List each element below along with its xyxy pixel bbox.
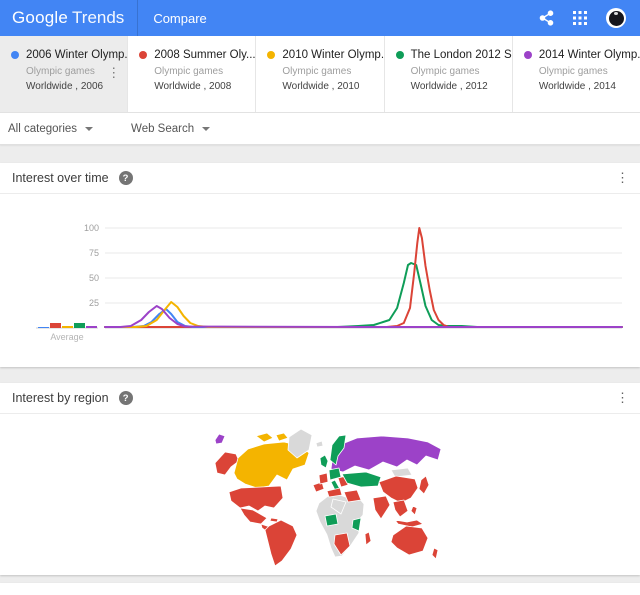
logo-trends-text: Trends (72, 8, 124, 28)
average-bar (38, 327, 49, 328)
average-bar (50, 323, 61, 328)
region-usa[interactable] (229, 486, 283, 511)
term-title: 2014 Winter Olymp... (539, 49, 640, 61)
nav-compare[interactable]: Compare (153, 11, 206, 26)
account-avatar[interactable] (606, 8, 626, 28)
term-title: 2008 Summer Oly... (154, 49, 255, 61)
card-menu-kebab-icon[interactable]: ⋮ (616, 171, 629, 185)
help-icon[interactable]: ? (119, 171, 133, 185)
term-subtitle: Olympic games (539, 66, 634, 77)
y-axis-tick-label: 100 (84, 223, 99, 233)
logo-google-text: Google (12, 8, 68, 28)
term-scope: Worldwide , 2006 (26, 81, 121, 92)
term-subtitle: Olympic games (282, 66, 377, 77)
term-subtitle: Olympic games (411, 66, 506, 77)
series-color-dot (11, 51, 19, 59)
region-india[interactable] (373, 496, 390, 519)
google-trends-logo[interactable]: Google Trends (12, 8, 124, 28)
apps-grid-icon[interactable] (573, 11, 587, 25)
region-uk[interactable] (320, 455, 328, 468)
term-title: The London 2012 S... (411, 49, 513, 61)
search-type-filter-dropdown[interactable]: Web Search (131, 123, 210, 135)
series-line (105, 302, 622, 327)
region-korea-japan[interactable] (419, 476, 429, 494)
region-mexico[interactable] (240, 508, 267, 524)
series-color-dot (524, 51, 532, 59)
average-axis-label: Average (50, 332, 83, 342)
region-indonesia[interactable] (395, 520, 423, 527)
category-filter-label: All categories (8, 123, 77, 135)
card-menu-kebab-icon[interactable]: ⋮ (616, 391, 629, 405)
term-title: 2006 Winter Olymp... (26, 49, 128, 61)
series-line (105, 309, 622, 327)
caret-down-icon (85, 127, 93, 131)
app-bar: Google Trends Compare (0, 0, 640, 36)
region-new-zealand[interactable] (432, 548, 438, 559)
term-card-2010-winter[interactable]: 2010 Winter Olymp... Olympic games World… (256, 36, 384, 112)
series-color-dot (139, 51, 147, 59)
interest-over-time-chart[interactable]: 25 50 75 100 Average (0, 198, 640, 356)
interest-over-time-card: Interest over time ? ⋮ 25 50 75 100 Average (0, 163, 640, 367)
appbar-divider (137, 0, 138, 36)
term-scope: Worldwide , 2010 (282, 81, 377, 92)
term-scope: Worldwide , 2008 (154, 81, 249, 92)
term-title: 2010 Winter Olymp... (282, 49, 384, 61)
google-trends-page: { "header": { "logo_part1": "Google", "l… (0, 0, 640, 593)
region-australia[interactable] (391, 526, 428, 555)
region-russia[interactable] (331, 436, 441, 472)
help-icon[interactable]: ? (119, 391, 133, 405)
region-arctic-islands[interactable] (256, 433, 273, 442)
share-icon[interactable] (539, 10, 554, 26)
average-bar (86, 326, 97, 328)
region-madagascar[interactable] (365, 532, 371, 545)
world-choropleth-map[interactable] (170, 423, 470, 573)
region-chukotka[interactable] (215, 434, 225, 444)
interest-by-region-card: Interest by region ? ⋮ (0, 383, 640, 575)
term-subtitle: Olympic games (154, 66, 249, 77)
term-card-2014-winter[interactable]: 2014 Winter Olymp... Olympic games World… (513, 36, 640, 112)
series-color-dot (267, 51, 275, 59)
region-west-africa[interactable] (325, 514, 338, 526)
card-title: Interest by region (12, 391, 109, 405)
series-color-dot (396, 51, 404, 59)
account-avatar-image (609, 11, 624, 26)
next-card-stub (0, 583, 640, 595)
y-axis-tick-label: 50 (89, 273, 99, 283)
caret-down-icon (202, 127, 210, 131)
term-scope: Worldwide , 2012 (411, 81, 506, 92)
region-south-america[interactable] (265, 520, 297, 566)
term-card-2008-summer[interactable]: 2008 Summer Oly... Olympic games Worldwi… (128, 36, 256, 112)
average-bar (62, 326, 73, 328)
category-filter-dropdown[interactable]: All categories (8, 123, 93, 135)
average-bar (74, 323, 85, 328)
term-scope: Worldwide , 2014 (539, 81, 634, 92)
region-se-asia[interactable] (393, 500, 408, 517)
region-caribbean[interactable] (270, 518, 278, 522)
term-menu-kebab-icon[interactable]: ⋮ (107, 66, 120, 79)
series-line (105, 263, 622, 327)
filters-bar: All categories Web Search (0, 113, 640, 145)
search-type-filter-label: Web Search (131, 123, 194, 135)
y-axis-tick-label: 25 (89, 298, 99, 308)
region-iceland[interactable] (316, 441, 323, 447)
comparison-terms-row: 2006 Winter Olymp... Olympic games World… (0, 36, 640, 113)
term-card-london-2012[interactable]: The London 2012 S... Olympic games World… (385, 36, 513, 112)
y-axis-tick-label: 75 (89, 248, 99, 258)
region-france[interactable] (319, 473, 328, 484)
timeline-chart-area: 25 50 75 100 Average (0, 198, 640, 356)
interest-by-region-header: Interest by region ? ⋮ (0, 383, 640, 414)
region-philippines[interactable] (411, 506, 417, 515)
card-title: Interest over time (12, 171, 109, 185)
interest-over-time-header: Interest over time ? ⋮ (0, 163, 640, 194)
region-arctic-islands[interactable] (276, 433, 288, 441)
region-mongolia[interactable] (391, 468, 412, 477)
region-turkey[interactable] (327, 488, 342, 497)
term-card-2006-winter[interactable]: 2006 Winter Olymp... Olympic games World… (0, 36, 128, 112)
